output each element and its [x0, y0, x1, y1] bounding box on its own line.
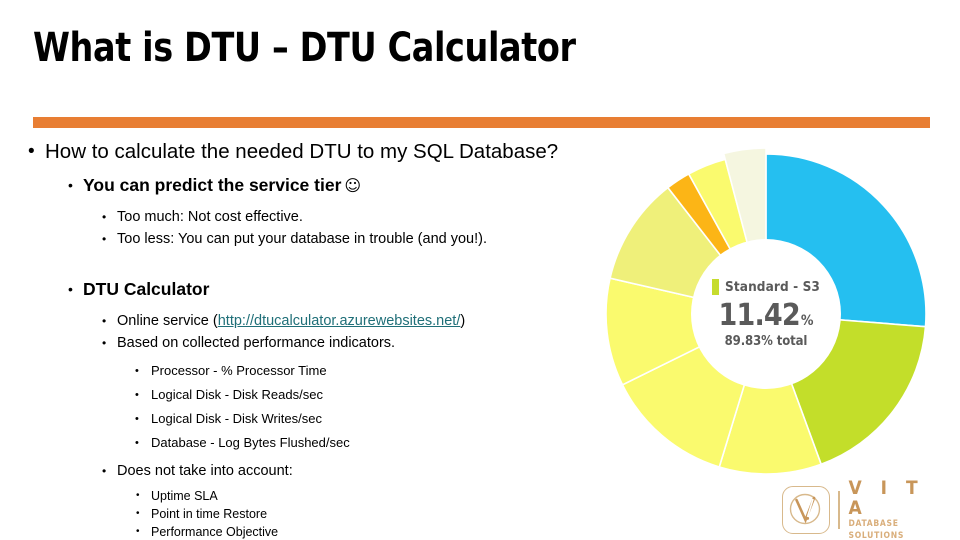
vita-v-circle-icon: [789, 493, 821, 525]
bullet-glyph: •: [102, 232, 107, 246]
bullet-list: • How to calculate the needed DTU to my …: [0, 138, 700, 540]
bullet-glyph: •: [102, 464, 107, 478]
total-percent-label: 89.83% total: [724, 334, 808, 349]
bullet-glyph: •: [136, 490, 140, 501]
center-value-row: 11.42 %: [719, 298, 814, 333]
logo-wordmark: V I T A: [848, 477, 925, 519]
not-account-pitr: Point in time Restore: [151, 507, 268, 521]
bullet-level4-indicator: • Logical Disk - Disk Reads/sec: [0, 383, 700, 407]
series-name: Standard - S3: [725, 279, 820, 295]
dtu-donut-chart: Standard - S3 11.42 % 89.83% total: [600, 148, 932, 480]
bullet-level2-predict-tier: • You can predict the service tier ☺: [0, 173, 700, 198]
based-on-text: Based on collected performance indicator…: [117, 335, 396, 351]
indicator-processor: Processor - % Processor Time: [151, 363, 327, 378]
title-underline-bar: [33, 117, 930, 128]
bullet-level1-question: • How to calculate the needed DTU to my …: [0, 138, 700, 166]
bullet-glyph: •: [68, 281, 73, 297]
indicator-log-bytes: Database - Log Bytes Flushed/sec: [151, 435, 350, 450]
vita-logo-mark-icon: [782, 486, 830, 534]
logo-tagline: DATABASE SOLUTIONS: [848, 519, 905, 540]
bullet-glyph: •: [135, 365, 139, 377]
dtu-calculator-link[interactable]: http://dtucalculator.azurewebsites.net/: [218, 313, 461, 329]
bullet-glyph: •: [136, 526, 140, 537]
predict-tier-label: You can predict the service tier: [83, 175, 342, 195]
bullet-level3-based-on: • Based on collected performance indicat…: [0, 332, 700, 354]
online-service-suffix: ): [460, 313, 466, 329]
percent-unit: %: [800, 313, 814, 329]
indicator-disk-writes: Logical Disk - Disk Writes/sec: [151, 411, 322, 426]
slide-canvas: What is DTU – DTU Calculator • How to ca…: [0, 0, 960, 540]
not-account-uptime-sla: Uptime SLA: [151, 489, 218, 503]
online-service-text: Online service (http://dtucalculator.azu…: [117, 310, 465, 332]
not-account-perf-objective: Performance Objective: [151, 525, 279, 539]
bullet-level4-indicator: • Logical Disk - Disk Writes/sec: [0, 407, 700, 431]
bullet-level4-indicator: • Processor - % Processor Time: [0, 359, 700, 383]
bullet-glyph: •: [28, 141, 35, 162]
bullet-level4-indicator: • Database - Log Bytes Flushed/sec: [0, 431, 700, 455]
not-account-heading: Does not take into account:: [117, 463, 293, 479]
bullet-glyph: •: [102, 314, 107, 328]
bullet-level3-online-service: • Online service (http://dtucalculator.a…: [0, 310, 700, 332]
bullet-level2-dtu-calculator: • DTU Calculator: [0, 277, 700, 302]
donut-center-label: Standard - S3 11.42 % 89.83% total: [691, 239, 841, 389]
vita-logo: V I T A DATABASE SOLUTIONS: [782, 478, 950, 540]
online-service-prefix: Online service (: [117, 313, 218, 329]
dtu-calculator-label: DTU Calculator: [83, 279, 210, 299]
bullet-glyph: •: [102, 210, 107, 224]
bullet-level2-text: You can predict the service tier ☺: [83, 173, 361, 198]
bullet-glyph: •: [68, 177, 73, 193]
bullet-glyph: •: [102, 336, 107, 350]
indicator-disk-reads: Logical Disk - Disk Reads/sec: [151, 387, 323, 402]
smiley-face-icon: ☺: [344, 176, 362, 195]
bullet-glyph: •: [135, 413, 139, 425]
too-much-text: Too much: Not cost effective.: [117, 209, 303, 225]
logo-divider: [838, 491, 840, 529]
page-title: What is DTU – DTU Calculator: [33, 25, 576, 71]
bullet-glyph: •: [136, 508, 140, 519]
logo-text-block: V I T A DATABASE SOLUTIONS: [849, 478, 951, 540]
bullet-glyph: •: [135, 437, 139, 449]
bullet-level5-item: • Point in time Restore: [0, 505, 700, 523]
bullet-level5-item: • Uptime SLA: [0, 487, 700, 505]
center-series-row: Standard - S3: [712, 279, 820, 295]
bullet-level3-too-less: • Too less: You can put your database in…: [0, 228, 700, 250]
series-percent-value: 11.42: [718, 298, 801, 333]
bullet-level5-item: • Performance Objective: [0, 523, 700, 540]
series-color-swatch: [712, 279, 720, 295]
too-less-text: Too less: You can put your database in t…: [117, 231, 487, 247]
bullet-level3-not-account: • Does not take into account:: [0, 460, 700, 482]
bullet-glyph: •: [135, 389, 139, 401]
bullet-level3-too-much: • Too much: Not cost effective.: [0, 206, 700, 228]
bullet-level1-text: How to calculate the needed DTU to my SQ…: [45, 140, 559, 163]
